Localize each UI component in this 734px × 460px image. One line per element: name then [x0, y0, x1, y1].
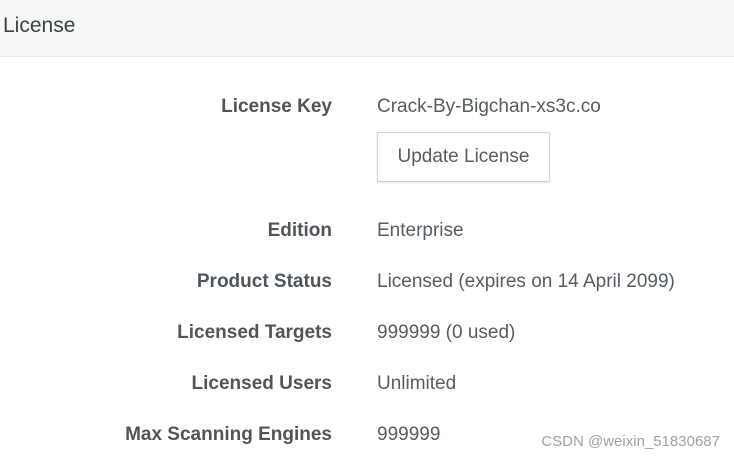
edition-label: Edition: [267, 220, 332, 241]
page-title: License: [3, 14, 76, 37]
license-key-value: Crack-By-Bigchan-xs3c.co: [377, 96, 601, 117]
edition-value: Enterprise: [377, 220, 464, 241]
watermark-text: CSDN @weixin_51830687: [541, 433, 720, 450]
max-scanning-engines-label: Max Scanning Engines: [125, 424, 332, 445]
product-status-value: Licensed (expires on 14 April 2099): [377, 271, 675, 292]
page-header: License: [0, 0, 734, 57]
product-status-label: Product Status: [196, 271, 332, 292]
max-scanning-engines-value: 999999: [377, 424, 441, 445]
licensed-users-value: Unlimited: [377, 373, 457, 394]
licensed-users-label: Licensed Users: [191, 373, 332, 394]
update-license-button[interactable]: Update License: [377, 132, 550, 182]
license-key-label: License Key: [221, 96, 332, 117]
licensed-targets-label: Licensed Targets: [177, 322, 332, 343]
licensed-targets-value: 999999 (0 used): [377, 322, 516, 343]
